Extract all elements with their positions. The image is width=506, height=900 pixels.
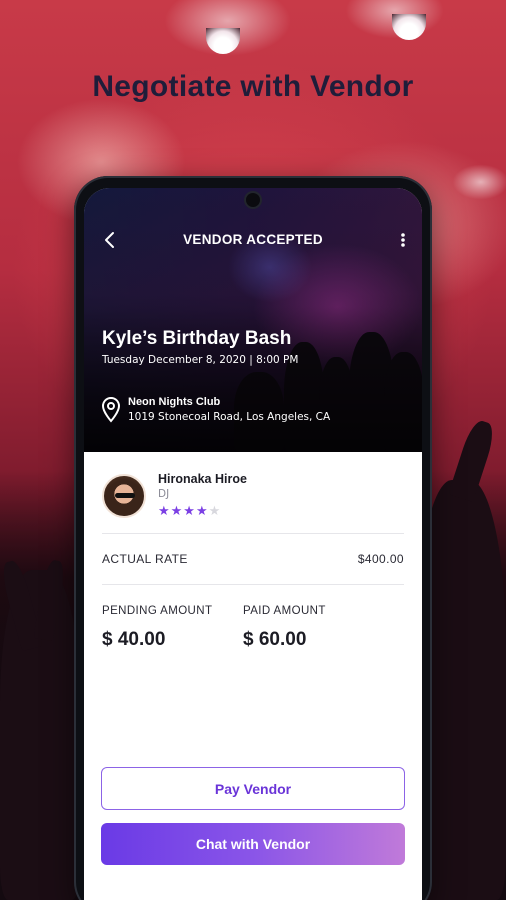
vendor-name: Hironaka Hiroe (158, 472, 247, 486)
actual-rate-row: ACTUAL RATE $400.00 (102, 534, 404, 585)
vendor-role: DJ (158, 488, 170, 500)
event-date: Tuesday December 8, 2020 | 8:00 PM (102, 354, 299, 366)
vendor-card[interactable]: Hironaka Hiroe DJ ★★★★★ (102, 452, 404, 534)
actual-rate-label: ACTUAL RATE (102, 552, 188, 566)
actual-rate-value: $400.00 (357, 552, 404, 566)
paid-amount-value: $ 60.00 (243, 629, 307, 650)
headline: Negotiate with Vendor (92, 70, 414, 103)
app-screen: VENDOR ACCEPTED Kyle’s Birthday Bash Tue… (84, 188, 422, 900)
star-empty-icon: ★ (208, 504, 222, 519)
paid-amount: PAID AMOUNT $ 60.00 (243, 605, 384, 651)
pay-vendor-button[interactable]: Pay Vendor (101, 767, 405, 810)
star-rating: ★★★★★ (158, 504, 247, 519)
pending-amount-label: PENDING AMOUNT (102, 605, 213, 617)
top-bar: VENDOR ACCEPTED (84, 228, 422, 252)
event-hero: VENDOR ACCEPTED Kyle’s Birthday Bash Tue… (84, 188, 422, 452)
amounts-section: PENDING AMOUNT $ 40.00 PAID AMOUNT $ 60.… (102, 585, 404, 651)
star-filled-icon: ★★★★ (158, 504, 209, 519)
location-pin-icon (101, 396, 121, 423)
venue-name: Neon Nights Club (128, 396, 221, 408)
more-options-icon[interactable] (396, 228, 410, 252)
venue-info: Neon Nights Club 1019 Stonecoal Road, Lo… (100, 396, 330, 424)
camera-icon (246, 193, 260, 207)
avatar (102, 473, 146, 518)
paid-amount-label: PAID AMOUNT (243, 605, 326, 617)
page-title: VENDOR ACCEPTED (183, 232, 323, 247)
phone-frame: VENDOR ACCEPTED Kyle’s Birthday Bash Tue… (74, 176, 432, 900)
pending-amount: PENDING AMOUNT $ 40.00 (102, 605, 243, 651)
pending-amount-value: $ 40.00 (102, 629, 166, 650)
event-title: Kyle’s Birthday Bash (102, 328, 292, 349)
venue-address: 1019 Stonecoal Road, Los Angeles, CA (128, 411, 331, 423)
chat-with-vendor-button[interactable]: Chat with Vendor (101, 823, 405, 865)
vendor-details: Hironaka Hiroe DJ ★★★★★ ACTUAL RATE $400… (84, 452, 422, 651)
